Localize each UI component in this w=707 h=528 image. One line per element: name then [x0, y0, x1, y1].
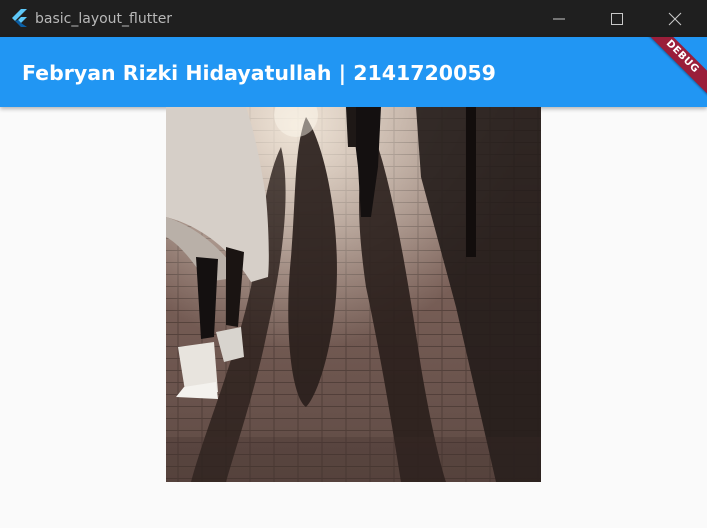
close-icon — [668, 12, 682, 26]
maximize-icon — [611, 13, 623, 25]
minimize-button[interactable] — [536, 0, 582, 37]
close-button[interactable] — [652, 0, 698, 37]
app-bar: Febryan Rizki Hidayatullah | 2141720059 … — [0, 37, 707, 107]
sidewalk-shadows-photo — [166, 107, 541, 482]
minimize-icon — [553, 18, 565, 20]
window-titlebar: basic_layout_flutter — [0, 0, 707, 37]
window-title: basic_layout_flutter — [35, 11, 173, 27]
flutter-logo-icon — [11, 9, 28, 27]
debug-banner: DEBUG — [633, 37, 707, 106]
page-title: Febryan Rizki Hidayatullah | 2141720059 — [22, 61, 496, 85]
maximize-button[interactable] — [594, 0, 640, 37]
